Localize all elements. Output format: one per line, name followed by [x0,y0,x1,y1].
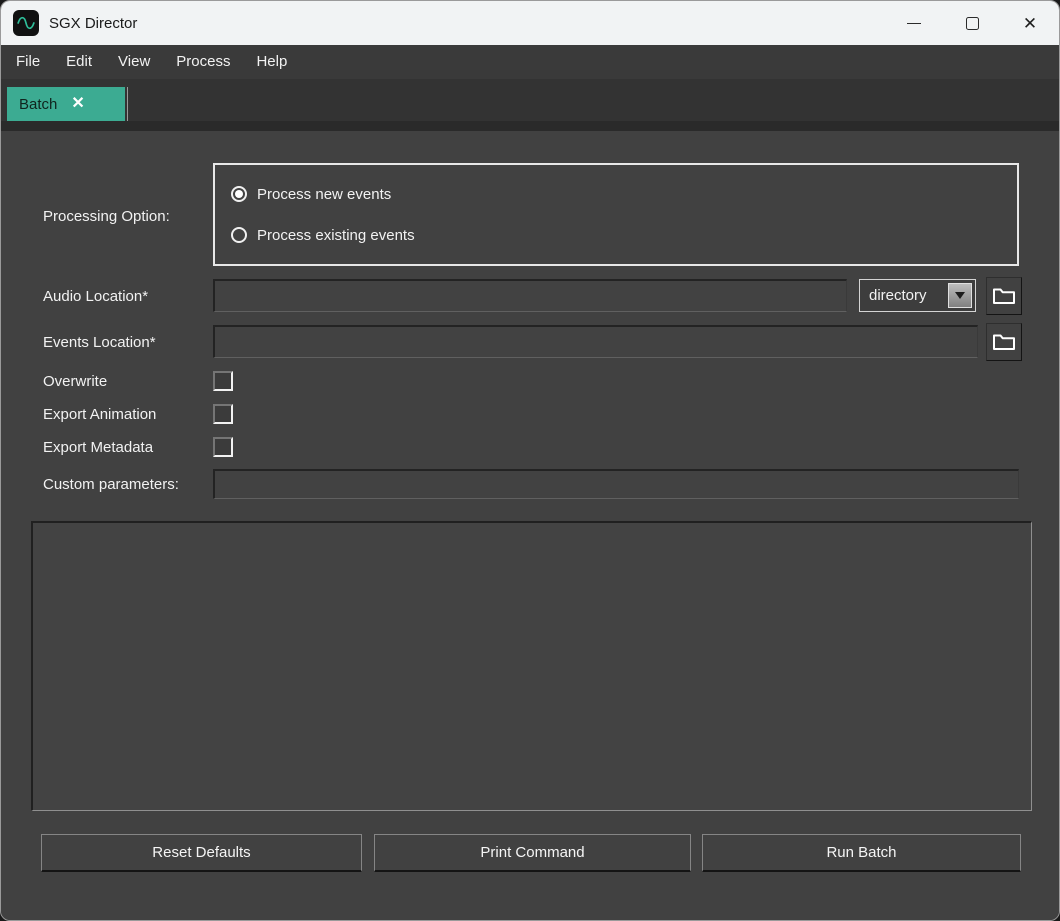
output-log[interactable] [31,521,1032,811]
audio-location-input[interactable] [213,279,847,312]
reset-defaults-button[interactable]: Reset Defaults [41,834,362,872]
titlebar: SGX Director ✕ [1,1,1059,45]
menu-help[interactable]: Help [243,45,300,79]
export-metadata-checkbox[interactable] [213,437,233,457]
export-animation-label: Export Animation [43,406,156,423]
events-location-browse-button[interactable] [986,323,1022,361]
chevron-down-icon[interactable] [948,283,972,308]
minimize-icon [907,23,921,24]
audio-location-browse-button[interactable] [986,277,1022,315]
tab-bar: Batch ✕ [1,79,1059,121]
minimize-button[interactable] [885,1,943,45]
audio-location-type-select[interactable]: directory [859,279,976,312]
export-metadata-label: Export Metadata [43,439,153,456]
tab-close-icon[interactable]: ✕ [71,96,84,112]
menu-edit[interactable]: Edit [53,45,105,79]
radio-process-new-events[interactable]: Process new events [231,183,391,205]
custom-parameters-input[interactable] [213,469,1019,499]
folder-icon [992,332,1016,352]
menubar: File Edit View Process Help [1,45,1059,79]
combo-selected-value: directory [860,287,948,304]
radio-label: Process existing events [257,227,415,244]
app-window: SGX Director ✕ File Edit View Process He… [0,0,1060,921]
processing-option-group: Process new events Process existing even… [213,163,1019,266]
tab-batch[interactable]: Batch ✕ [7,87,125,121]
tab-batch-label: Batch [19,96,57,113]
close-icon: ✕ [1023,15,1037,32]
maximize-icon [966,17,979,30]
radio-icon [231,227,247,243]
tab-separator [127,87,128,121]
print-command-button[interactable]: Print Command [374,834,691,872]
export-animation-checkbox[interactable] [213,404,233,424]
folder-icon [992,286,1016,306]
overwrite-label: Overwrite [43,373,107,390]
overwrite-checkbox[interactable] [213,371,233,391]
menu-process[interactable]: Process [163,45,243,79]
audio-location-label: Audio Location* [43,288,148,305]
batch-form-panel: Processing Option: Process new events Pr… [1,131,1059,921]
run-batch-button[interactable]: Run Batch [702,834,1021,872]
maximize-button[interactable] [943,1,1001,45]
menu-file[interactable]: File [3,45,53,79]
radio-icon [231,186,247,202]
tab-bar-underline [1,121,1059,131]
app-logo-icon [13,10,39,36]
events-location-input[interactable] [213,325,978,358]
menu-view[interactable]: View [105,45,163,79]
radio-label: Process new events [257,186,391,203]
window-controls: ✕ [885,1,1059,45]
custom-parameters-label: Custom parameters: [43,476,179,493]
events-location-label: Events Location* [43,334,156,351]
radio-process-existing-events[interactable]: Process existing events [231,224,415,246]
processing-option-label: Processing Option: [43,208,170,225]
window-title: SGX Director [49,15,137,32]
close-button[interactable]: ✕ [1001,1,1059,45]
